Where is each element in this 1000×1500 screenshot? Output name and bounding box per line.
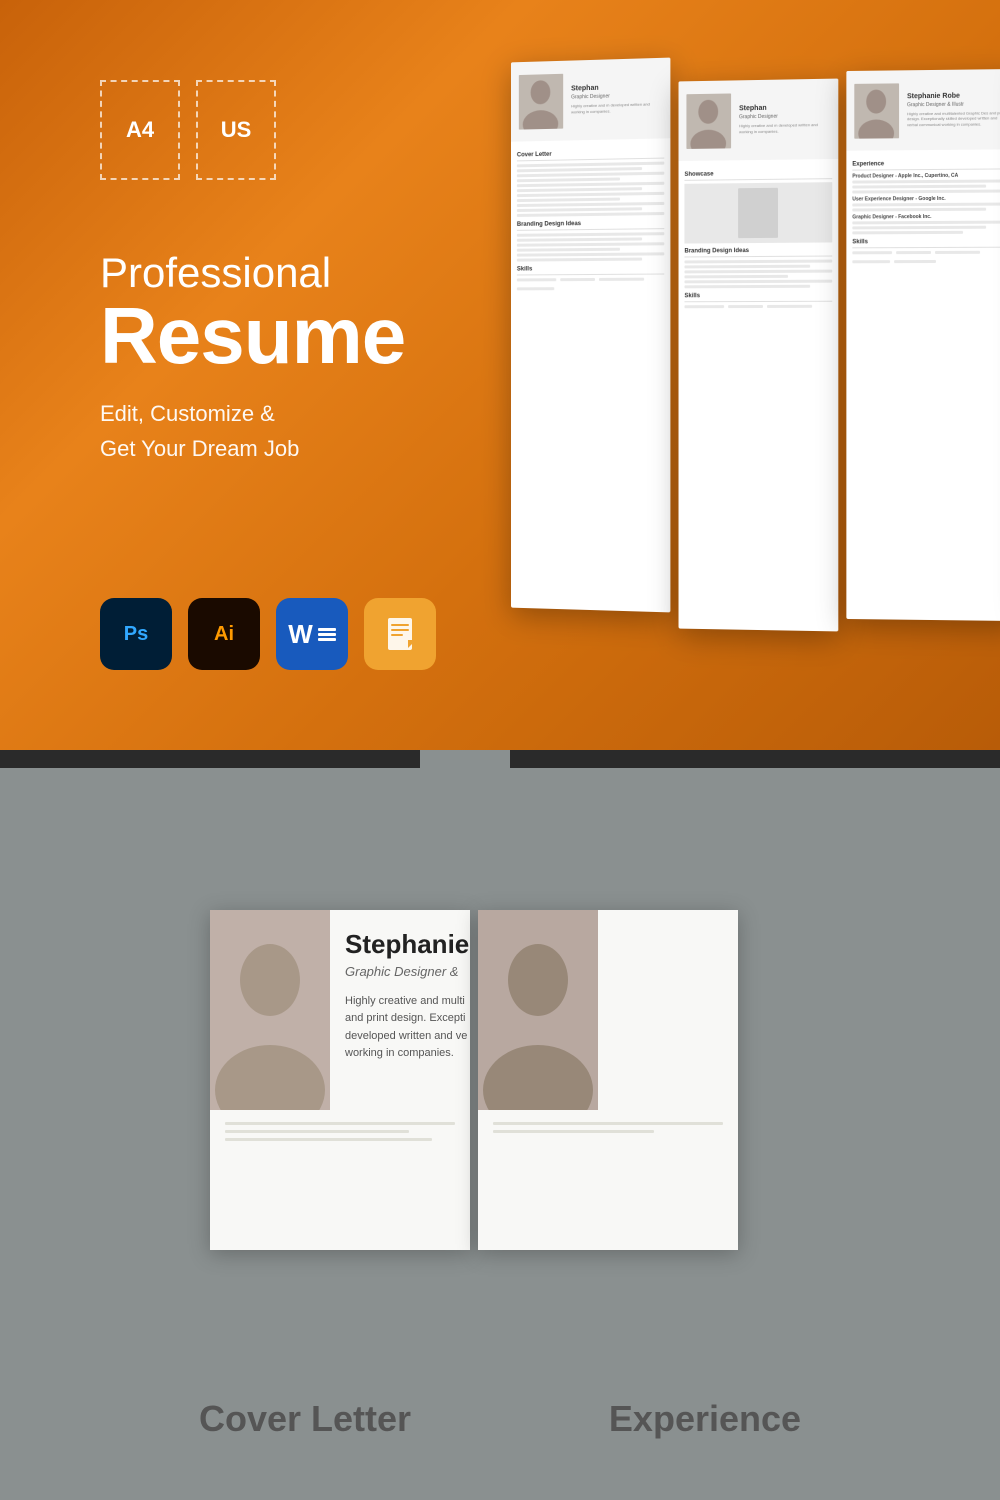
bottom-section: Stephanie Graphic Designer & Highly crea… [0,750,1000,1500]
resume-photo-1 [519,73,563,129]
resume-card-1: Stephan Graphic Designer Highly creative… [511,58,670,613]
resume-photo-3 [854,83,899,138]
resume-card-3: Stephanie Robe Graphic Designer & Illust… [846,69,1000,621]
headline-sub: Edit, Customize & Get Your Dream Job [100,396,405,466]
bottom-photo-left [210,910,330,1110]
headline-block: Professional Resume Edit, Customize & Ge… [100,250,405,467]
bottom-label-experience: Experience [609,1398,801,1440]
app-icons-row: Ps Ai W [100,598,436,670]
headline-professional: Professional [100,250,405,296]
bottom-resume-subtitle: Graphic Designer & [345,964,469,979]
bottom-card-left: Stephanie Graphic Designer & Highly crea… [210,910,470,1250]
pages-icon[interactable] [364,598,436,670]
resume-photo-2 [686,93,731,149]
bottom-photo-right [478,910,598,1110]
bottom-resume-name: Stephanie [345,930,469,959]
headline-resume: Resume [100,296,405,376]
bottom-card-right [478,910,738,1250]
resume-card-2: Stephan Graphic Designer Highly creative… [679,79,839,632]
size-badge-a4[interactable]: A4 [100,80,180,180]
illustrator-icon[interactable]: Ai [188,598,260,670]
bottom-labels-row: Cover Letter Experience [0,1398,1000,1440]
bottom-resume-preview: Stephanie Graphic Designer & Highly crea… [210,910,738,1250]
photoshop-icon[interactable]: Ps [100,598,172,670]
bottom-label-cover-letter: Cover Letter [199,1398,411,1440]
size-badge-us[interactable]: US [196,80,276,180]
top-section: A4 US Professional Resume Edit, Customiz… [0,0,1000,750]
resume-preview-area: Stephan Graphic Designer Highly creative… [510,60,1000,680]
word-icon[interactable]: W [276,598,348,670]
bottom-resume-bio: Highly creative and multi and print desi… [345,993,469,1063]
size-badges-container: A4 US [100,80,276,180]
decorative-bars [0,750,1000,910]
